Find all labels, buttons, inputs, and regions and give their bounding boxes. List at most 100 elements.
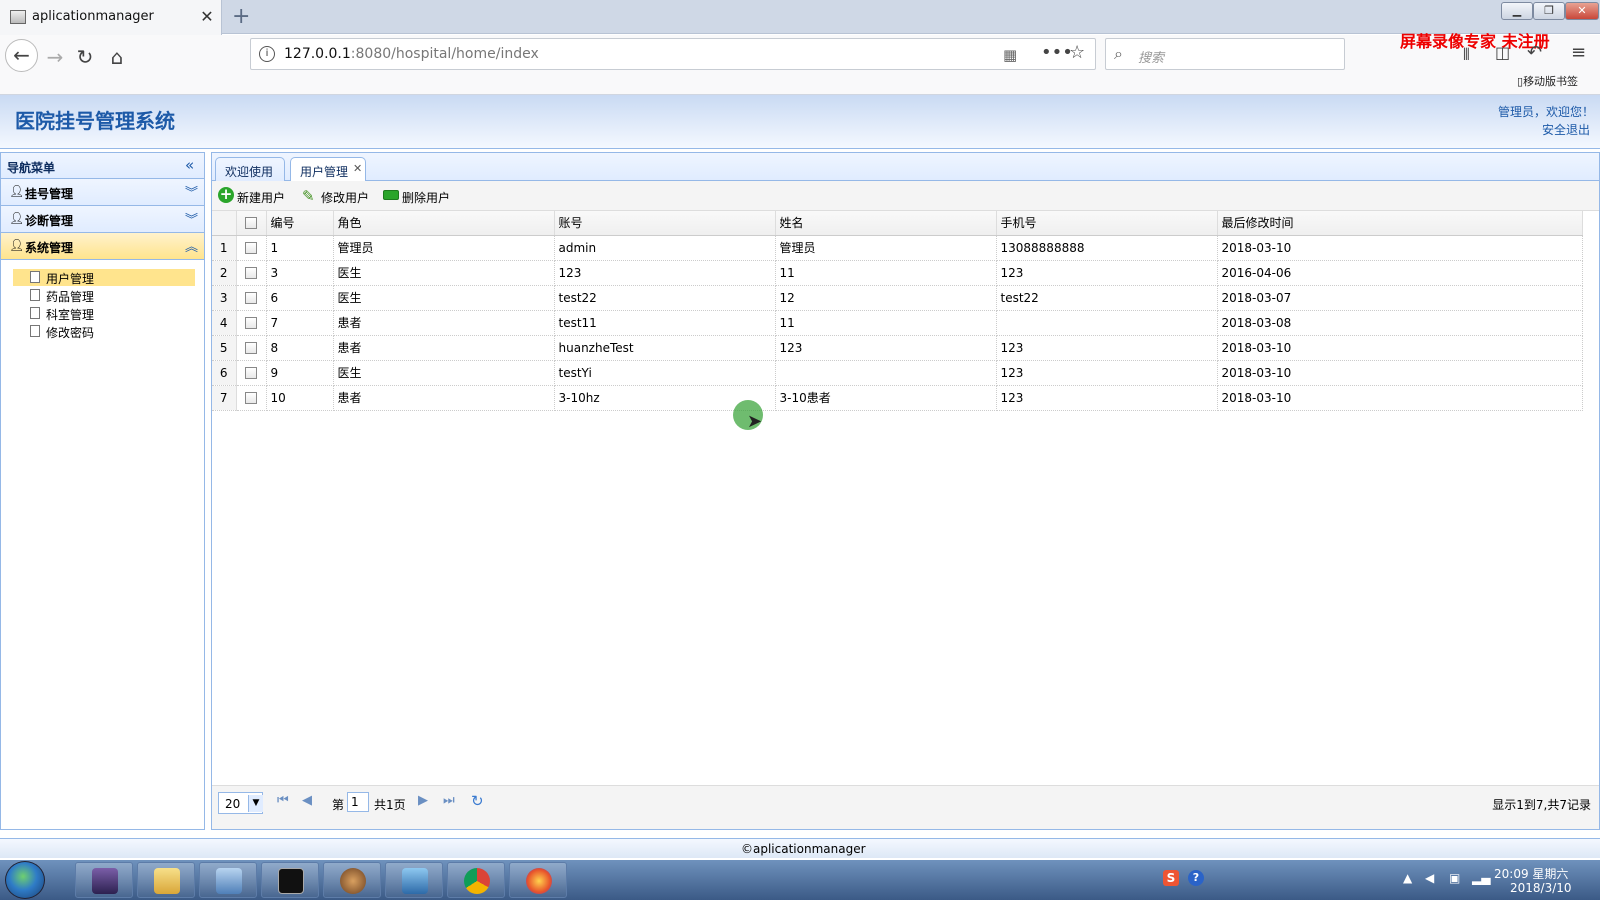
nav-item-user-management[interactable]: 用户管理: [13, 269, 195, 286]
taskbar-app-chrome[interactable]: [447, 862, 505, 898]
row-checkbox[interactable]: [236, 260, 267, 286]
nav-group-diagnosis[interactable]: 👤︎ 诊断管理 ︾: [1, 206, 204, 233]
select-all-checkbox[interactable]: [236, 211, 267, 236]
page-total-label: 共1页: [374, 798, 406, 812]
column-header-role[interactable]: 角色: [333, 211, 555, 236]
new-user-button[interactable]: + 新建用户: [218, 186, 294, 206]
table-row[interactable]: 1 1 管理员 admin 管理员 13088888888 2018-03-10: [212, 235, 1583, 261]
browser-tab[interactable]: aplicationmanager ✕: [0, 0, 222, 35]
forward-arrow-icon[interactable]: →: [40, 43, 70, 73]
network-icon[interactable]: ▣: [1449, 871, 1460, 885]
reload-icon[interactable]: ↻: [70, 43, 100, 73]
taskbar-app-eclipse[interactable]: [75, 862, 133, 898]
row-checkbox[interactable]: [236, 335, 267, 361]
logout-link[interactable]: 安全退出: [1542, 121, 1590, 138]
cell-modified: 2016-04-06: [1217, 260, 1583, 286]
table-row[interactable]: 7 10 患者 3-10hz 3-10患者 123 2018-03-10: [212, 385, 1583, 411]
first-page-icon[interactable]: ⏮: [277, 793, 289, 808]
double-chevron-down-icon[interactable]: ︾: [185, 209, 198, 228]
chevron-down-icon[interactable]: ▼: [248, 795, 263, 812]
tab-label: 用户管理: [300, 165, 349, 179]
tab-user-management[interactable]: 用户管理 ✕: [290, 157, 366, 182]
window-minimize-button[interactable]: ▁: [1501, 2, 1533, 20]
window-close-button[interactable]: ✕: [1565, 2, 1599, 20]
clock-date[interactable]: 2018/3/10: [1510, 881, 1572, 895]
clock-time[interactable]: 20:09 星期六: [1494, 865, 1568, 882]
double-chevron-down-icon[interactable]: ︾: [185, 182, 198, 201]
table-row[interactable]: 2 3 医生 123 11 123 2016-04-06: [212, 260, 1583, 286]
url-text[interactable]: 127.0.0.1:8080/hospital/home/index: [284, 46, 539, 62]
nav-group-system[interactable]: 👤︎ 系统管理 ︽: [1, 233, 204, 260]
last-page-icon[interactable]: ⏭: [443, 793, 455, 808]
library-icon[interactable]: ⫴: [1463, 45, 1470, 65]
nav-group-registration[interactable]: 👤︎ 挂号管理 ︾: [1, 179, 204, 206]
signal-icon[interactable]: ▂▄: [1472, 871, 1490, 885]
user-icon: 👤︎: [9, 211, 25, 225]
volume-icon[interactable]: ◀︎: [1425, 871, 1434, 885]
ime-icon[interactable]: S: [1163, 870, 1179, 886]
info-icon[interactable]: i: [259, 46, 275, 62]
cell-id: 9: [266, 360, 334, 386]
double-chevron-up-icon[interactable]: ︽: [185, 236, 198, 255]
mobile-bookmarks-link[interactable]: ▯移动版书签: [1517, 73, 1578, 89]
row-checkbox[interactable]: [236, 360, 267, 386]
nav-item-change-password[interactable]: 修改密码: [13, 323, 195, 340]
bookmark-star-icon[interactable]: ☆: [1069, 42, 1085, 63]
column-header-account[interactable]: 账号: [554, 211, 776, 236]
search-input[interactable]: ⌕ 搜索: [1105, 38, 1345, 70]
close-icon[interactable]: ✕: [353, 162, 362, 175]
nav-panel-header: 导航菜单 «: [1, 153, 204, 179]
page-size-value: 20: [225, 797, 241, 811]
tab-welcome[interactable]: 欢迎使用: [215, 157, 285, 182]
row-checkbox[interactable]: [236, 310, 267, 336]
url-bar[interactable]: i 127.0.0.1:8080/hospital/home/index ▦ •…: [250, 38, 1096, 70]
page-size-select[interactable]: 20 ▼: [218, 792, 263, 814]
refresh-icon[interactable]: ↻: [471, 792, 484, 810]
row-checkbox[interactable]: [236, 385, 267, 411]
column-header-id[interactable]: 编号: [266, 211, 334, 236]
prev-page-icon[interactable]: ◀: [302, 793, 312, 808]
user-icon: 👤︎: [9, 238, 25, 252]
taskbar-app-database[interactable]: [199, 862, 257, 898]
nav-item-department-management[interactable]: 科室管理: [13, 305, 195, 322]
back-arrow-icon[interactable]: ←: [5, 39, 38, 72]
undo-icon[interactable]: ↶: [1527, 42, 1542, 63]
taskbar-app-firefox[interactable]: [509, 862, 567, 898]
cell-name: [775, 360, 997, 386]
sidebar-icon[interactable]: ◫: [1495, 43, 1510, 62]
table-row[interactable]: 6 9 医生 testYi 123 2018-03-10: [212, 360, 1583, 386]
new-tab-icon[interactable]: +: [232, 4, 250, 29]
column-header-name[interactable]: 姓名: [775, 211, 997, 236]
taskbar-app-photos[interactable]: [385, 862, 443, 898]
taskbar-app-navicat[interactable]: [323, 862, 381, 898]
cell-role: 管理员: [333, 235, 555, 261]
qr-code-icon[interactable]: ▦: [1003, 46, 1017, 64]
eclipse-icon: [92, 868, 118, 894]
nav-item-label: 药品管理: [46, 290, 95, 304]
hamburger-menu-icon[interactable]: ≡: [1571, 42, 1586, 63]
table-row[interactable]: 3 6 医生 test22 12 test22 2018-03-07: [212, 285, 1583, 311]
show-hidden-icons-icon[interactable]: ▲: [1403, 871, 1412, 885]
chrome-icon: [464, 868, 490, 894]
row-number: 1: [212, 235, 237, 261]
delete-user-button[interactable]: 删除用户: [383, 186, 455, 206]
close-tab-icon[interactable]: ✕: [199, 7, 215, 26]
nav-item-drug-management[interactable]: 药品管理: [13, 287, 195, 304]
start-button[interactable]: [5, 861, 45, 899]
help-icon[interactable]: ?: [1188, 870, 1204, 886]
home-icon[interactable]: ⌂: [102, 43, 132, 73]
table-row[interactable]: 4 7 患者 test11 11 2018-03-08: [212, 310, 1583, 336]
table-row[interactable]: 5 8 患者 huanzheTest 123 123 2018-03-10: [212, 335, 1583, 361]
column-header-phone[interactable]: 手机号: [996, 211, 1218, 236]
cell-role: 医生: [333, 285, 555, 311]
taskbar-app-terminal[interactable]: [261, 862, 319, 898]
page-number-input[interactable]: 1: [347, 792, 369, 812]
window-restore-button[interactable]: ❐: [1533, 2, 1565, 20]
row-checkbox[interactable]: [236, 285, 267, 311]
taskbar-app-explorer[interactable]: [137, 862, 195, 898]
column-header-modified[interactable]: 最后修改时间: [1217, 211, 1583, 236]
edit-user-button[interactable]: ✎ 修改用户: [302, 186, 374, 206]
row-checkbox[interactable]: [236, 235, 267, 261]
double-chevron-left-icon[interactable]: «: [185, 156, 194, 174]
next-page-icon[interactable]: ▶: [418, 793, 428, 808]
